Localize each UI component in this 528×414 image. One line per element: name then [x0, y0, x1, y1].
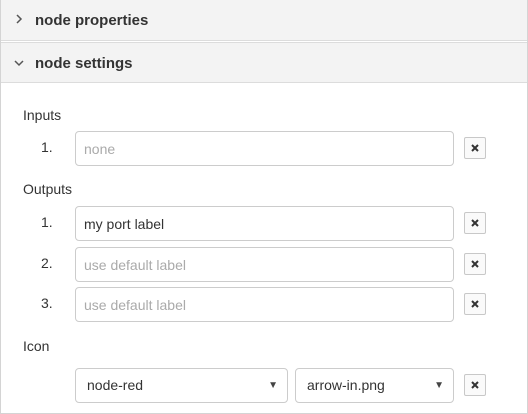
icon-label: Icon	[23, 338, 50, 354]
node-edit-panel: node properties node settings Inputs 1. …	[0, 0, 528, 414]
output-row-number: 1.	[41, 214, 53, 230]
icon-module-select[interactable]: node-red ▼	[75, 368, 288, 403]
input-label-field-1[interactable]	[75, 131, 454, 166]
node-settings-header[interactable]: node settings	[1, 42, 527, 83]
output-label-field-3[interactable]	[75, 287, 454, 322]
close-icon	[471, 260, 479, 268]
close-icon	[471, 381, 479, 389]
delete-output-label-button[interactable]	[464, 212, 486, 234]
output-row-number: 3.	[41, 295, 53, 311]
reset-icon-button[interactable]	[464, 374, 486, 396]
delete-input-label-button[interactable]	[464, 137, 486, 159]
input-row-number: 1.	[41, 139, 53, 155]
chevron-down-icon	[13, 56, 25, 70]
delete-output-label-button[interactable]	[464, 253, 486, 275]
chevron-right-icon	[13, 13, 25, 27]
caret-down-icon: ▼	[268, 380, 278, 391]
icon-module-value: node-red	[87, 377, 144, 393]
caret-down-icon: ▼	[434, 380, 444, 391]
close-icon	[471, 300, 479, 308]
node-settings-title: node settings	[35, 55, 133, 72]
close-icon	[471, 219, 479, 227]
inputs-label: Inputs	[23, 107, 62, 123]
output-row-number: 2.	[41, 255, 53, 271]
outputs-label: Outputs	[23, 181, 73, 197]
node-properties-header[interactable]: node properties	[1, 0, 527, 41]
output-label-field-2[interactable]	[75, 247, 454, 282]
delete-output-label-button[interactable]	[464, 293, 486, 315]
output-label-field-1[interactable]	[75, 206, 454, 241]
node-properties-title: node properties	[35, 12, 149, 29]
icon-file-select[interactable]: arrow-in.png ▼	[295, 368, 454, 403]
close-icon	[471, 144, 479, 152]
icon-file-value: arrow-in.png	[307, 377, 385, 393]
